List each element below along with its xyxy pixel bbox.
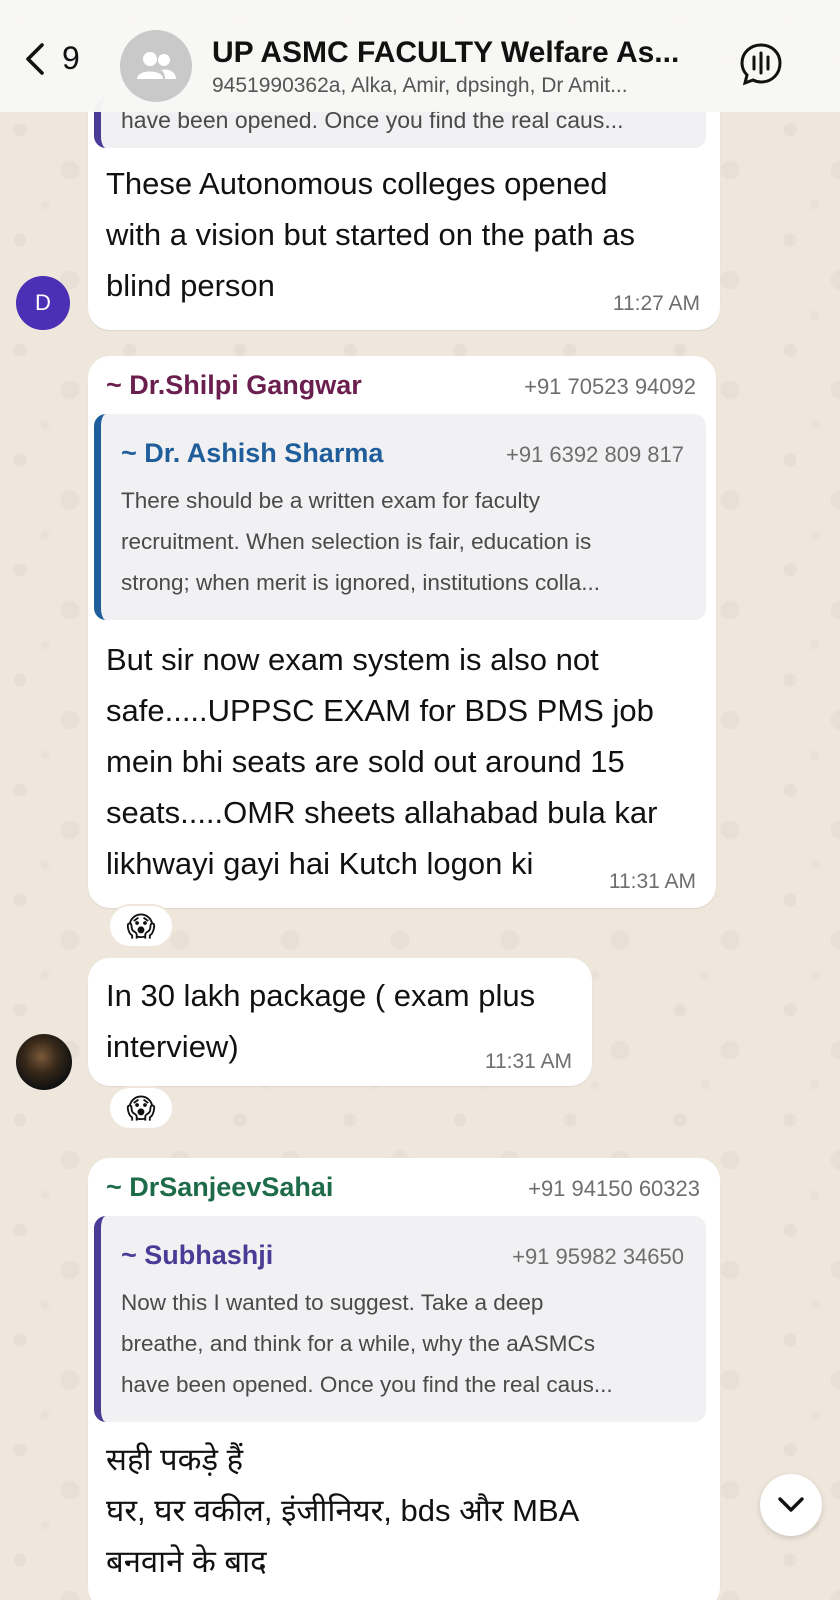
message-time: 11:31 AM bbox=[484, 1050, 572, 1073]
scream-emoji-icon: 😱 bbox=[126, 1092, 156, 1124]
sender-phone: +91 94150 60323 bbox=[528, 1176, 700, 1201]
reaction-badge[interactable]: 😱 bbox=[108, 904, 174, 948]
quoted-sender: ~ Dr. Ashish Sharma bbox=[121, 438, 384, 468]
message-time: 11:27 AM bbox=[612, 292, 700, 315]
quoted-message[interactable]: ~ Subhashji +91 95982 34650 Now this I w… bbox=[94, 1216, 706, 1422]
group-avatar[interactable] bbox=[120, 30, 192, 102]
sender-name[interactable]: ~ Dr.Shilpi Gangwar bbox=[106, 370, 362, 401]
quoted-text: Now this I wanted to suggest. Take a dee… bbox=[121, 1290, 613, 1397]
quoted-sender: ~ Subhashji bbox=[121, 1240, 274, 1270]
reaction-badge[interactable]: 😱 bbox=[108, 1086, 174, 1130]
avatar[interactable] bbox=[16, 1034, 72, 1090]
avatar-letter: D bbox=[35, 290, 51, 315]
unread-count: 9 bbox=[62, 40, 80, 76]
chevron-left-icon bbox=[26, 42, 44, 75]
group-title: UP ASMC FACULTY Welfare As... bbox=[212, 36, 680, 69]
message-text: सही पकड़े हैं घर, घर वकील, इंजीनियर, bds… bbox=[106, 1442, 580, 1579]
scream-emoji-icon: 😱 bbox=[126, 910, 156, 942]
quoted-phone: +91 6392 809 817 bbox=[505, 442, 684, 467]
message-bubble[interactable]: ~ DrSanjeevSahai +91 94150 60323 ~ Subha… bbox=[88, 1158, 720, 1600]
quoted-text: There should be a written exam for facul… bbox=[121, 488, 600, 595]
chat-title-area[interactable]: UP ASMC FACULTY Welfare As... 9451990362… bbox=[212, 36, 717, 98]
message-time: 11:31 AM bbox=[608, 870, 696, 893]
quoted-phone: +91 95982 34650 bbox=[512, 1244, 684, 1269]
back-button[interactable]: 9 bbox=[22, 40, 80, 77]
message-text: But sir now exam system is also not safe… bbox=[106, 642, 658, 881]
message-bubble[interactable]: ~ Dr.Shilpi Gangwar +91 70523 94092 ~ Dr… bbox=[88, 356, 716, 908]
group-members: 9451990362a, Alka, Amir, dpsingh, Dr Ami… bbox=[212, 74, 628, 97]
chat-header: 9 UP ASMC FACULTY Welfare As... 94519903… bbox=[0, 0, 840, 112]
chevron-down-icon bbox=[778, 1497, 804, 1512]
quoted-message[interactable]: ~ Dr. Ashish Sharma +91 6392 809 817 The… bbox=[94, 414, 706, 620]
sender-phone: +91 70523 94092 bbox=[524, 374, 696, 399]
message-text: In 30 lakh package ( exam plus interview… bbox=[106, 978, 536, 1064]
voice-call-icon[interactable] bbox=[738, 41, 784, 87]
avatar[interactable]: D bbox=[16, 276, 70, 330]
message-text: These Autonomous colleges opened with a … bbox=[106, 166, 636, 303]
scroll-to-bottom-button[interactable] bbox=[760, 1474, 822, 1536]
message-bubble[interactable]: In 30 lakh package ( exam plus interview… bbox=[88, 958, 592, 1086]
group-icon bbox=[137, 52, 176, 79]
sender-name[interactable]: ~ DrSanjeevSahai bbox=[106, 1172, 333, 1203]
